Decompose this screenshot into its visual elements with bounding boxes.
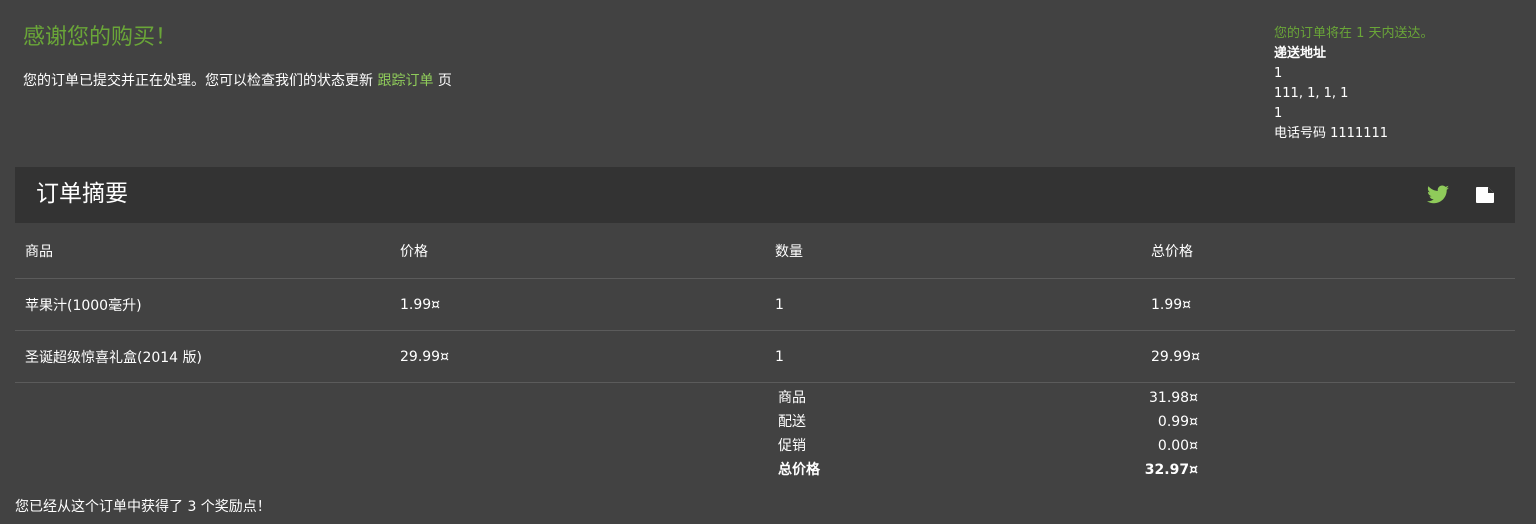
- cell-total: 1.99¤: [1141, 278, 1515, 331]
- delivery-address-title: 递送地址: [1274, 46, 1327, 61]
- tag-icon[interactable]: [1472, 183, 1498, 207]
- table-row: 苹果汁(1000毫升) 1.99¤ 1 1.99¤: [15, 278, 1515, 331]
- submitted-text: 您的订单已提交并正在处理。您可以检查我们的状态更新: [23, 73, 373, 89]
- cell-product: 苹果汁(1000毫升): [15, 278, 390, 331]
- cell-quantity: 1: [765, 330, 1141, 383]
- order-submitted-message: 您的订单已提交并正在处理。您可以检查我们的状态更新 跟踪订单 页: [23, 72, 452, 90]
- submitted-suffix: 页: [437, 73, 452, 89]
- cell-product: 圣诞超级惊喜礼盒(2014 版): [15, 330, 390, 383]
- promotion-value: 0.00¤: [1157, 438, 1198, 454]
- cell-price: 29.99¤: [390, 330, 765, 383]
- header-total-price: 总价格: [1141, 223, 1515, 279]
- cell-total: 29.99¤: [1141, 330, 1515, 383]
- address-line: 111, 1, 1, 1: [1274, 86, 1349, 101]
- items-subtotal-value: 31.98¤: [1149, 390, 1198, 406]
- grand-total-value: 32.97¤: [1144, 462, 1198, 478]
- promotion-label: 促销: [778, 438, 806, 454]
- thanks-heading: 感谢您的购买！: [23, 25, 178, 50]
- purchase-confirmation-page: 感谢您的购买！ 您的订单已提交并正在处理。您可以检查我们的状态更新 跟踪订单 页…: [0, 0, 1536, 524]
- address-line: 1: [1274, 106, 1283, 121]
- table-header-row: 商品 价格 数量 总价格: [15, 223, 1515, 279]
- cell-price: 1.99¤: [390, 278, 765, 331]
- reward-points-message: 您已经从这个订单中获得了 3 个奖励点！: [15, 499, 271, 515]
- delivery-info: 您的订单将在 1 天内送达。 递送地址 1 111, 1, 1, 1 1 电话号…: [1274, 24, 1434, 144]
- header-quantity: 数量: [765, 223, 1141, 279]
- cell-quantity: 1: [765, 278, 1141, 331]
- order-summary-title: 订单摘要: [36, 181, 128, 207]
- shipping-label: 配送: [778, 414, 806, 430]
- totals-labels: 商品 配送 促销 总价格: [778, 386, 820, 482]
- grand-total-label: 总价格: [778, 462, 820, 478]
- address-line: 1: [1274, 66, 1283, 81]
- order-items-table: 商品 价格 数量 总价格 苹果汁(1000毫升) 1.99¤ 1 1.99¤ 圣…: [15, 223, 1515, 383]
- table-row: 圣诞超级惊喜礼盒(2014 版) 29.99¤ 1 29.99¤: [15, 330, 1515, 383]
- shipping-value: 0.99¤: [1157, 414, 1198, 430]
- delivery-eta: 您的订单将在 1 天内送达。: [1274, 26, 1434, 41]
- totals-values: 31.98¤ 0.99¤ 0.00¤ 32.97¤: [1090, 386, 1198, 482]
- track-order-link[interactable]: 跟踪订单: [377, 73, 433, 89]
- twitter-icon[interactable]: [1425, 183, 1451, 207]
- phone-line: 电话号码 1111111: [1274, 126, 1389, 141]
- order-summary-header: 订单摘要: [15, 167, 1515, 223]
- header-price: 价格: [390, 223, 765, 279]
- items-subtotal-label: 商品: [778, 390, 806, 406]
- header-product: 商品: [15, 223, 390, 279]
